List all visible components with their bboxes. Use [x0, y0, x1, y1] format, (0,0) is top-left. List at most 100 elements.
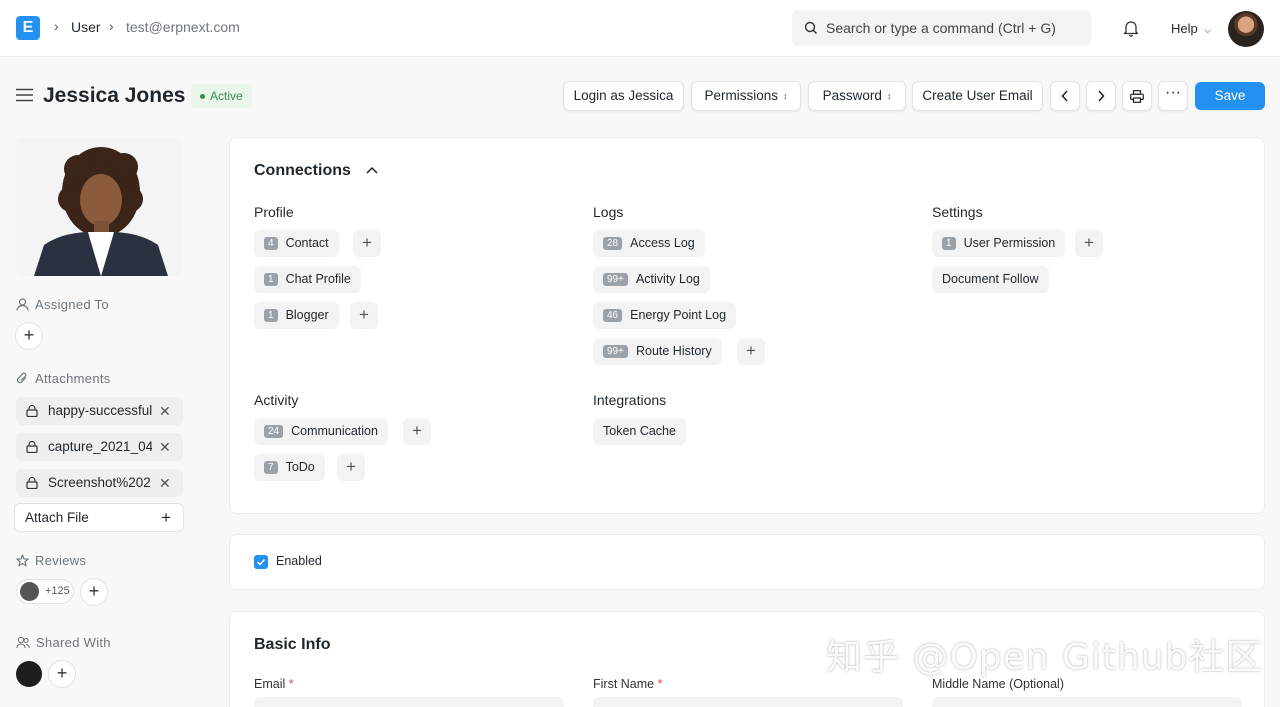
attachment-name: happy-successful — [48, 403, 152, 418]
first-name-label: First Name * — [593, 677, 662, 691]
add-communication-button[interactable]: + — [403, 418, 431, 445]
remove-attachment-icon[interactable]: ✕ — [159, 433, 171, 461]
attachment-item[interactable]: happy-successful ✕ — [16, 397, 183, 425]
connection-label: Activity Log — [635, 272, 700, 286]
add-assignment-button[interactable]: + — [15, 322, 43, 350]
group-title-integrations: Integrations — [593, 392, 667, 408]
count-badge: 99+ — [603, 273, 628, 286]
breadcrumb-user[interactable]: User — [71, 19, 101, 35]
users-icon — [16, 636, 30, 649]
count-badge: 28 — [603, 237, 623, 250]
print-button[interactable] — [1122, 81, 1152, 111]
connection-label: Chat Profile — [285, 272, 351, 286]
password-dropdown[interactable]: Password ↕ — [808, 81, 906, 111]
attach-file-button[interactable]: Attach File + — [14, 503, 184, 532]
required-marker: * — [288, 677, 294, 691]
status-badge: Active — [191, 84, 252, 108]
connection-token-cache[interactable]: Token Cache — [593, 418, 686, 445]
more-options-button[interactable]: ··· — [1158, 81, 1188, 111]
reviewer-avatar — [20, 582, 39, 601]
add-blogger-button[interactable]: + — [350, 302, 378, 329]
plus-icon: + — [362, 233, 372, 252]
enabled-checkbox[interactable] — [254, 555, 268, 569]
plus-icon: + — [161, 508, 171, 527]
search-input[interactable] — [826, 18, 1081, 38]
create-user-email-button[interactable]: Create User Email — [912, 81, 1043, 111]
connection-access-log[interactable]: 28 Access Log — [593, 230, 705, 257]
plus-icon: + — [23, 325, 35, 345]
add-contact-button[interactable]: + — [353, 230, 381, 257]
connection-route-history[interactable]: 99+ Route History — [593, 338, 722, 365]
attachment-item[interactable]: Screenshot%202 ✕ — [16, 469, 183, 497]
assigned-to-label: Assigned To — [16, 297, 109, 312]
app-logo[interactable]: E — [16, 16, 40, 40]
basic-info-title: Basic Info — [254, 636, 331, 653]
add-todo-button[interactable]: + — [337, 454, 365, 481]
connection-label: Access Log — [630, 236, 695, 250]
email-field[interactable] — [254, 697, 564, 707]
enabled-label: Enabled — [276, 554, 322, 568]
connection-user-permission[interactable]: 1 User Permission — [932, 230, 1066, 257]
user-icon — [16, 298, 29, 311]
previous-record-button[interactable] — [1050, 81, 1080, 111]
connection-label: User Permission — [963, 236, 1056, 250]
group-title-settings: Settings — [932, 204, 983, 220]
count-badge: 7 — [264, 461, 278, 474]
count-badge: 1 — [264, 309, 278, 322]
connection-communication[interactable]: 24 Communication — [254, 418, 388, 445]
connection-todo[interactable]: 7 ToDo — [254, 454, 325, 481]
attachment-item[interactable]: capture_2021_04 ✕ — [16, 433, 183, 461]
reviews-pill[interactable]: +125 — [16, 579, 74, 604]
first-name-field[interactable] — [593, 697, 903, 707]
enabled-card: Enabled — [229, 534, 1265, 590]
required-marker: * — [657, 677, 663, 691]
add-user-permission-button[interactable]: + — [1075, 230, 1103, 257]
hamburger-menu-icon[interactable] — [16, 88, 33, 102]
connection-label: Route History — [635, 344, 712, 358]
connection-label: Document Follow — [942, 272, 1039, 286]
add-share-button[interactable]: + — [48, 660, 76, 688]
plus-icon: + — [56, 663, 68, 683]
profile-image[interactable] — [16, 137, 181, 276]
connection-activity-log[interactable]: 99+ Activity Log — [593, 266, 710, 293]
chevron-right-icon: › — [109, 18, 114, 34]
connection-document-follow[interactable]: Document Follow — [932, 266, 1049, 293]
save-button[interactable]: Save — [1195, 82, 1265, 110]
lock-icon — [26, 441, 38, 453]
user-avatar[interactable] — [1228, 11, 1264, 47]
help-dropdown[interactable]: Help ⌵ — [1171, 21, 1211, 36]
reviews-count: +125 — [45, 585, 70, 597]
connection-blogger[interactable]: 1 Blogger — [254, 302, 339, 329]
add-route-history-button[interactable]: + — [737, 338, 765, 365]
chevron-up-icon[interactable] — [366, 166, 378, 174]
shared-user-avatar[interactable] — [16, 661, 42, 687]
permissions-dropdown[interactable]: Permissions ↕ — [691, 81, 801, 111]
next-record-button[interactable] — [1086, 81, 1116, 111]
search-bar[interactable] — [792, 10, 1091, 46]
count-badge: 1 — [264, 273, 278, 286]
connection-chat-profile[interactable]: 1 Chat Profile — [254, 266, 361, 293]
connection-label: ToDo — [285, 460, 315, 474]
count-badge: 24 — [264, 425, 284, 438]
plus-icon: + — [88, 581, 100, 601]
updown-icon: ↕ — [783, 90, 788, 101]
chevron-right-icon — [1098, 90, 1105, 102]
status-text: Active — [210, 89, 243, 103]
connection-energy-point-log[interactable]: 46 Energy Point Log — [593, 302, 737, 329]
bell-icon[interactable] — [1122, 19, 1140, 37]
middle-name-field[interactable] — [932, 697, 1242, 707]
watermark: 知乎 @Open Github社区 — [826, 637, 1263, 678]
shared-with-label: Shared With — [16, 635, 111, 650]
attachments-text: Attachments — [35, 371, 111, 386]
email-label: Email * — [254, 677, 294, 691]
login-as-button[interactable]: Login as Jessica — [563, 81, 684, 111]
remove-attachment-icon[interactable]: ✕ — [159, 397, 171, 425]
top-navbar: E › User › test@erpnext.com Help ⌵ — [0, 0, 1280, 57]
attachment-name: Screenshot%202 — [48, 475, 151, 490]
remove-attachment-icon[interactable]: ✕ — [159, 469, 171, 497]
connection-contact[interactable]: 4 Contact — [254, 230, 339, 257]
breadcrumb-record[interactable]: test@erpnext.com — [126, 19, 240, 35]
add-review-button[interactable]: + — [80, 578, 108, 606]
reviews-label: Reviews — [16, 553, 86, 568]
profile-photo — [16, 137, 181, 276]
